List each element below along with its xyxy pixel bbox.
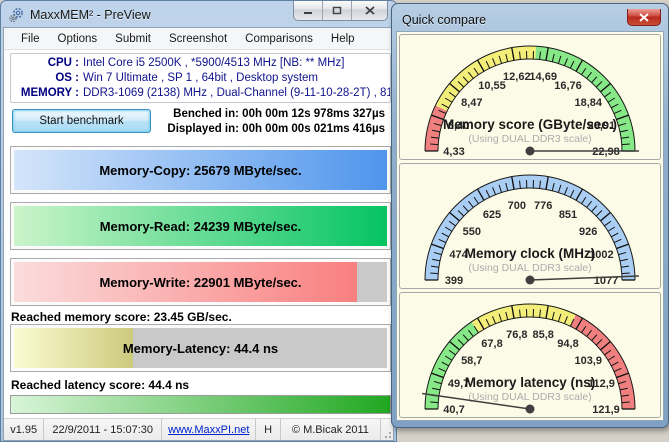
- svg-text:4,33: 4,33: [443, 146, 464, 158]
- svg-text:926: 926: [579, 226, 597, 238]
- memory-score-gauge: 4,336,408,4710,5512,6214,6916,7618,8420,…: [399, 34, 661, 160]
- svg-text:22,98: 22,98: [592, 146, 620, 158]
- memory-read-bar: Memory-Read: 24239 MByte/sec.: [10, 202, 391, 250]
- quick-compare-close-button[interactable]: [627, 9, 661, 26]
- svg-text:10,55: 10,55: [478, 80, 506, 92]
- copyright-text: © M.Bicak 2011: [281, 419, 381, 440]
- reached-latency-score: Reached latency score: 44.4 ns: [11, 378, 189, 392]
- memory-latency-label: Memory-Latency: 44.4 ns: [14, 328, 387, 368]
- cpu-label: CPU :: [11, 56, 79, 71]
- svg-text:16,76: 16,76: [554, 80, 582, 92]
- cpu-value: Intel Core i5 2500K , *5900/4513 MHz [NB…: [83, 56, 344, 71]
- close-button[interactable]: [352, 1, 387, 20]
- memory-label: MEMORY :: [11, 86, 79, 101]
- memory-latency-gauge: 40,749,758,767,876,885,894,8103,9112,912…: [399, 292, 661, 418]
- maximize-icon: [332, 6, 342, 15]
- memory-clock-gauge: 39947455062570077685192610021077Memory c…: [399, 163, 661, 289]
- memory-read-label: Memory-Read: 24239 MByte/sec.: [14, 206, 387, 246]
- svg-text:58,7: 58,7: [461, 355, 482, 367]
- memory-copy-label: Memory-Copy: 25679 MByte/sec.: [14, 150, 387, 190]
- menu-help[interactable]: Help: [322, 30, 364, 48]
- svg-text:399: 399: [445, 275, 463, 287]
- memory-latency-gauge-dial: 40,749,758,767,876,885,894,8103,9112,912…: [400, 293, 660, 417]
- titlebar[interactable]: MaxxMEM² - PreView: [3, 3, 394, 27]
- svg-text:Memory score (GByte/sec.): Memory score (GByte/sec.): [443, 117, 617, 132]
- svg-text:40,7: 40,7: [443, 404, 464, 416]
- close-icon: [365, 6, 375, 15]
- maxxmem-window: MaxxMEM² - PreView File Options Submit S…: [0, 0, 397, 442]
- menu-file[interactable]: File: [12, 30, 49, 48]
- reached-memory-score: Reached memory score: 23.45 GB/sec.: [11, 310, 232, 324]
- quick-compare-titlebar[interactable]: Quick compare: [396, 8, 664, 31]
- displayed-in-text: Displayed in: 00h 00m 00s 021ms 416µs: [145, 122, 385, 137]
- maxxpi-link[interactable]: www.MaxxPI.net: [168, 424, 249, 436]
- desktop: MaxxMEM² - PreView File Options Submit S…: [0, 0, 669, 442]
- quick-compare-client: 4,336,408,4710,5512,6214,6916,7618,8420,…: [396, 31, 664, 421]
- svg-text:(Using DUAL DDR3 scale): (Using DUAL DDR3 scale): [468, 262, 591, 274]
- svg-text:14,69: 14,69: [529, 71, 557, 83]
- benchmark-progress-fill: [11, 396, 390, 413]
- benchmark-progress-bar: [10, 395, 391, 414]
- svg-text:Memory clock (MHz): Memory clock (MHz): [465, 246, 596, 261]
- memory-value: DDR3-1069 (2138) MHz , Dual-Channel (9-1…: [83, 86, 391, 101]
- memory-write-bar: Memory-Write: 22901 MByte/sec.: [10, 258, 391, 306]
- menu-options[interactable]: Options: [49, 30, 107, 48]
- minimize-button[interactable]: [294, 1, 323, 20]
- window-title: MaxxMEM² - PreView: [30, 8, 151, 22]
- start-benchmark-button[interactable]: Start benchmark: [12, 109, 151, 133]
- maximize-button[interactable]: [323, 1, 352, 20]
- quick-compare-title: Quick compare: [402, 13, 486, 27]
- datetime-text: 22/9/2011 - 15:07:30: [44, 419, 162, 440]
- close-icon: [639, 13, 649, 22]
- memory-score-gauge-dial: 4,336,408,4710,5512,6214,6916,7618,8420,…: [400, 35, 660, 159]
- memory-clock-gauge-dial: 39947455062570077685192610021077Memory c…: [400, 164, 660, 288]
- memory-copy-bar: Memory-Copy: 25679 MByte/sec.: [10, 146, 391, 194]
- svg-text:625: 625: [483, 209, 501, 221]
- svg-text:Memory latency (ns): Memory latency (ns): [465, 375, 596, 390]
- svg-text:18,84: 18,84: [574, 97, 602, 109]
- svg-text:776: 776: [534, 200, 552, 212]
- svg-text:851: 851: [559, 209, 577, 221]
- os-info-row: OS : Win 7 Ultimate , SP 1 , 64bit , Des…: [11, 71, 390, 86]
- svg-text:103,9: 103,9: [574, 355, 602, 367]
- svg-text:8,47: 8,47: [461, 97, 482, 109]
- svg-text:67,8: 67,8: [481, 338, 502, 350]
- svg-text:550: 550: [463, 226, 481, 238]
- os-value: Win 7 Ultimate , SP 1 , 64bit , Desktop …: [83, 71, 318, 86]
- statusbar: v1.95 22/9/2011 - 15:07:30 www.MaxxPI.ne…: [4, 418, 393, 440]
- memory-info-row: MEMORY : DDR3-1069 (2138) MHz , Dual-Cha…: [11, 86, 390, 101]
- svg-text:85,8: 85,8: [532, 329, 553, 341]
- bench-times: Benched in: 00h 00m 12s 978ms 327µs Disp…: [145, 107, 385, 137]
- system-info-panel: CPU : Intel Core i5 2500K , *5900/4513 M…: [10, 53, 391, 103]
- memory-latency-bar: Memory-Latency: 44.4 ns: [10, 324, 391, 372]
- menu-submit[interactable]: Submit: [106, 30, 160, 48]
- caption-buttons: [293, 1, 388, 21]
- svg-text:(Using DUAL DDR3 scale): (Using DUAL DDR3 scale): [468, 133, 591, 145]
- minimize-icon: [303, 6, 313, 15]
- gear-icon: [9, 7, 25, 23]
- svg-text:121,9: 121,9: [592, 404, 620, 416]
- menu-screenshot[interactable]: Screenshot: [160, 30, 236, 48]
- svg-text:700: 700: [508, 200, 526, 212]
- menubar: File Options Submit Screenshot Compariso…: [4, 28, 393, 50]
- cpu-info-row: CPU : Intel Core i5 2500K , *5900/4513 M…: [11, 56, 390, 71]
- window-body: File Options Submit Screenshot Compariso…: [3, 27, 394, 441]
- svg-text:12,62: 12,62: [503, 71, 531, 83]
- h-flag: H: [256, 419, 280, 440]
- svg-text:94,8: 94,8: [557, 338, 578, 350]
- svg-text:(Using DUAL DDR3 scale): (Using DUAL DDR3 scale): [468, 391, 591, 403]
- benched-in-text: Benched in: 00h 00m 12s 978ms 327µs: [145, 107, 385, 122]
- menu-comparisons[interactable]: Comparisons: [236, 30, 322, 48]
- os-label: OS :: [11, 71, 79, 86]
- version-text: v1.95: [4, 419, 44, 440]
- quick-compare-window: Quick compare 4,336,408,4710,5512,6214,6…: [391, 3, 669, 428]
- svg-text:76,8: 76,8: [506, 329, 527, 341]
- memory-write-label: Memory-Write: 22901 MByte/sec.: [14, 262, 387, 302]
